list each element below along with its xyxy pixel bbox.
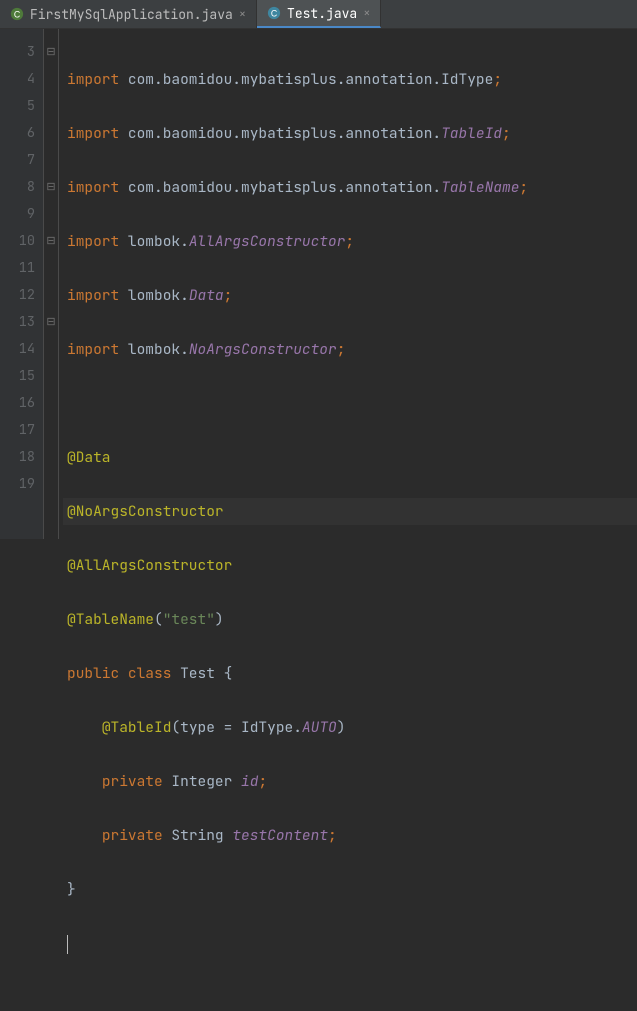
semicolon: ; xyxy=(493,70,502,89)
field: testContent xyxy=(232,826,328,845)
annotation: @AllArgsConstructor xyxy=(67,556,232,575)
package-path: lombok. xyxy=(128,286,189,305)
keyword: private xyxy=(102,826,163,845)
paren: ( xyxy=(154,610,163,629)
semicolon: ; xyxy=(328,826,337,845)
line-number: 13 xyxy=(14,309,35,336)
keyword: private xyxy=(102,772,163,791)
class-name: Test xyxy=(180,664,215,683)
type: Integer xyxy=(171,772,232,791)
brace: { xyxy=(224,664,233,683)
brace: } xyxy=(67,880,76,899)
package-path: lombok. xyxy=(128,340,189,359)
svg-text:C: C xyxy=(14,10,20,20)
keyword: public xyxy=(67,664,119,683)
class-ref: TableId xyxy=(441,124,502,143)
fold-toggle-icon[interactable]: ⊟ xyxy=(46,228,56,255)
text-caret xyxy=(67,935,68,954)
line-number: 11 xyxy=(14,255,35,282)
tab-label: FirstMySqlApplication.java xyxy=(30,6,233,23)
package-path: com.baomidou.mybatisplus.annotation. xyxy=(128,178,441,197)
annotation: @NoArgsConstructor xyxy=(67,502,224,521)
package-path: lombok. xyxy=(128,232,189,251)
paren: ( xyxy=(171,718,180,737)
close-icon[interactable]: × xyxy=(239,6,246,22)
package-path: com.baomidou.mybatisplus.annotation. xyxy=(128,124,441,143)
line-number: 15 xyxy=(14,363,35,390)
semicolon: ; xyxy=(502,124,511,143)
tab-first-mysql-application[interactable]: C FirstMySqlApplication.java × xyxy=(0,0,257,28)
fold-toggle-icon[interactable]: ⊟ xyxy=(46,174,56,201)
editor: 345678910111213141516171819 ⊟ ⊟ ⊟ ⊟ import … xyxy=(0,29,637,539)
close-icon[interactable]: × xyxy=(363,5,370,21)
tab-label: Test.java xyxy=(287,5,357,22)
editor-tabs: C FirstMySqlApplication.java × C Test.ja… xyxy=(0,0,637,29)
semicolon: ; xyxy=(258,772,267,791)
package-path: com.baomidou.mybatisplus.annotation. xyxy=(128,70,441,89)
class-ref: TableName xyxy=(441,178,519,197)
keyword: class xyxy=(128,664,172,683)
code-area[interactable]: import com.baomidou.mybatisplus.annotati… xyxy=(58,29,637,539)
keyword: import xyxy=(67,70,119,89)
string-literal: "test" xyxy=(163,610,215,629)
fold-toggle-icon[interactable]: ⊟ xyxy=(46,39,56,66)
annotation: @TableId xyxy=(102,718,172,737)
line-number: 17 xyxy=(14,417,35,444)
fold-column: ⊟ ⊟ ⊟ ⊟ xyxy=(44,29,58,539)
class-ref: NoArgsConstructor xyxy=(189,340,337,359)
class-ref: IdType xyxy=(441,70,493,89)
type: String xyxy=(171,826,223,845)
line-number: 19 xyxy=(14,471,35,498)
line-number: 10 xyxy=(14,228,35,255)
paren: ) xyxy=(215,610,224,629)
enum-const: AUTO xyxy=(302,718,337,737)
semicolon: ; xyxy=(224,286,233,305)
line-number: 12 xyxy=(14,282,35,309)
field: id xyxy=(241,772,258,791)
keyword: import xyxy=(67,124,119,143)
class-ref: AllArgsConstructor xyxy=(189,232,346,251)
keyword: import xyxy=(67,178,119,197)
line-number: 14 xyxy=(14,336,35,363)
line-number: 9 xyxy=(14,201,35,228)
svg-text:C: C xyxy=(271,9,277,19)
fold-toggle-icon[interactable]: ⊟ xyxy=(46,309,56,336)
tab-test[interactable]: C Test.java × xyxy=(257,0,381,28)
line-number: 3 xyxy=(14,39,35,66)
line-number: 4 xyxy=(14,66,35,93)
line-number: 18 xyxy=(14,444,35,471)
semicolon: ; xyxy=(337,340,346,359)
class-ref: Data xyxy=(189,286,224,305)
line-number: 7 xyxy=(14,147,35,174)
arg: type = IdType. xyxy=(180,718,302,737)
line-number-gutter: 345678910111213141516171819 xyxy=(0,29,44,539)
paren: ) xyxy=(337,718,346,737)
java-class-icon: C xyxy=(10,7,24,21)
line-number: 16 xyxy=(14,390,35,417)
line-number: 5 xyxy=(14,93,35,120)
line-number: 8 xyxy=(14,174,35,201)
keyword: import xyxy=(67,286,119,305)
keyword: import xyxy=(67,232,119,251)
keyword: import xyxy=(67,340,119,359)
annotation: @Data xyxy=(67,448,111,467)
java-class-icon: C xyxy=(267,6,281,20)
annotation: @TableName xyxy=(67,610,154,629)
semicolon: ; xyxy=(345,232,354,251)
line-number: 6 xyxy=(14,120,35,147)
semicolon: ; xyxy=(519,178,528,197)
